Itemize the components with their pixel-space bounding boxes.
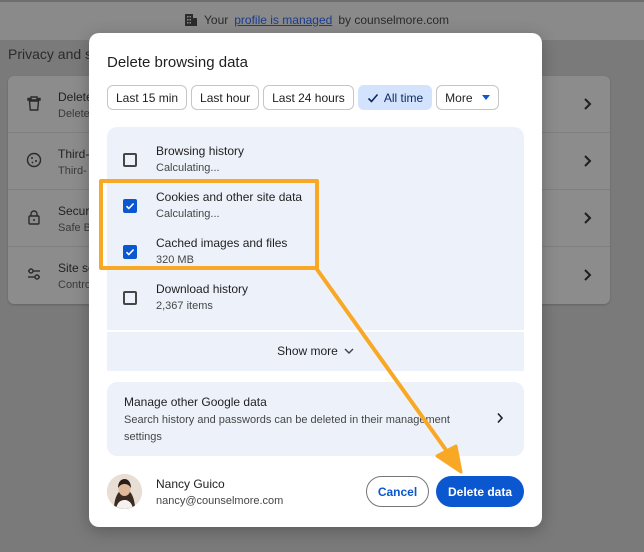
- time-range-selector: Last 15 min Last hour Last 24 hours All …: [107, 85, 499, 110]
- item-name: Cached images and files: [156, 236, 288, 250]
- chip-label: Last hour: [200, 90, 251, 105]
- delete-browsing-data-dialog: Delete browsing data Last 15 min Last ho…: [89, 33, 542, 527]
- chevron-right-icon: [584, 269, 592, 281]
- download-history-checkbox[interactable]: [123, 291, 137, 305]
- cancel-button[interactable]: Cancel: [366, 476, 429, 507]
- user-email: nancy@counselmore.com: [156, 495, 284, 507]
- chip-last-24-hours[interactable]: Last 24 hours: [263, 85, 354, 110]
- row-subtitle: Safe B: [58, 222, 92, 234]
- avatar: [107, 474, 142, 509]
- row-subtitle: Contro: [58, 279, 92, 291]
- chevron-right-icon: [584, 155, 592, 167]
- delete-data-button[interactable]: Delete data: [436, 476, 524, 507]
- chip-label: All time: [383, 90, 424, 105]
- row-subtitle: Delete: [58, 108, 90, 120]
- item-detail: Calculating...: [156, 208, 220, 220]
- browsing-history-checkbox[interactable]: [123, 153, 137, 167]
- dialog-title: Delete browsing data: [107, 54, 248, 71]
- chip-label: More: [445, 90, 473, 105]
- item-name: Download history: [156, 282, 249, 296]
- show-more-label: Show more: [277, 344, 338, 358]
- chevron-right-icon: [497, 412, 504, 424]
- lock-icon: [28, 210, 40, 225]
- avatar-photo: [107, 474, 142, 509]
- building-icon: [185, 14, 197, 26]
- chevron-down-icon: [344, 347, 354, 354]
- manage-title: Manage other Google data: [124, 395, 267, 409]
- chip-all-time[interactable]: All time: [357, 85, 433, 110]
- caret-down-icon: [481, 94, 490, 100]
- more-dropdown[interactable]: More: [436, 85, 499, 110]
- show-more-button[interactable]: Show more: [107, 330, 524, 370]
- cookie-icon: [26, 152, 42, 168]
- item-name: Cookies and other site data: [156, 190, 303, 204]
- chevron-right-icon: [584, 212, 592, 224]
- banner-divider: [0, 0, 644, 2]
- checkmark-icon: [125, 248, 135, 256]
- manage-description: Search history and passwords can be dele…: [124, 414, 450, 443]
- trash-icon: [27, 96, 41, 111]
- chevron-right-icon: [584, 98, 592, 110]
- chip-last-hour[interactable]: Last hour: [191, 85, 260, 110]
- cached-images-checkbox[interactable]: [123, 245, 137, 259]
- privacy-section-title: Privacy and se: [8, 46, 100, 62]
- managed-suffix: by counselmore.com: [338, 13, 450, 27]
- chip-last-15-min[interactable]: Last 15 min: [107, 85, 188, 110]
- managed-prefix: Your: [204, 13, 229, 27]
- item-download-history[interactable]: Download history 2,367 items: [107, 272, 524, 318]
- row-title: Delete: [58, 90, 93, 104]
- managed-notice: Your profile is managed by counselmore.c…: [184, 13, 449, 27]
- manage-google-data-link[interactable]: Manage other Google data Search history …: [107, 382, 524, 456]
- row-subtitle: Third-: [58, 165, 87, 177]
- cookies-checkbox[interactable]: [123, 199, 137, 213]
- item-detail: Calculating...: [156, 162, 220, 174]
- check-icon: [367, 93, 378, 103]
- row-title: Securi: [58, 204, 93, 218]
- sliders-icon: [28, 268, 40, 280]
- chip-label: Last 15 min: [116, 90, 179, 105]
- checkmark-icon: [125, 202, 135, 210]
- item-browsing-history[interactable]: Browsing history Calculating...: [107, 134, 524, 180]
- row-title: Third-: [58, 147, 90, 161]
- profile-managed-link[interactable]: profile is managed: [234, 13, 332, 27]
- item-cookies[interactable]: Cookies and other site data Calculating.…: [107, 180, 524, 226]
- user-name: Nancy Guico: [156, 477, 225, 491]
- item-detail: 2,367 items: [156, 300, 213, 312]
- item-cached-images[interactable]: Cached images and files 320 MB: [107, 226, 524, 272]
- item-detail: 320 MB: [156, 254, 194, 266]
- chip-label: Last 24 hours: [272, 90, 345, 105]
- item-name: Browsing history: [156, 144, 245, 158]
